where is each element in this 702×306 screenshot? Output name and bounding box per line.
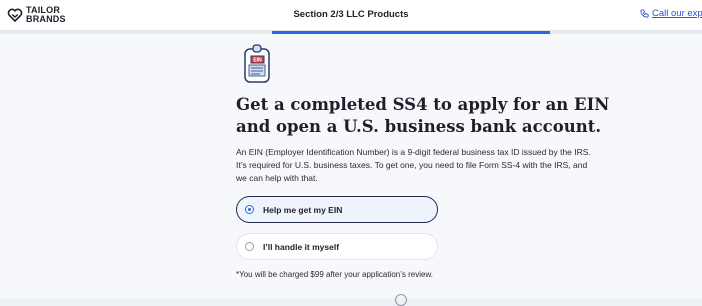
ein-icon-label: EIN xyxy=(253,58,262,64)
option-handle-it-myself[interactable]: I’ll handle it myself xyxy=(236,233,438,260)
radio-unselected-icon[interactable] xyxy=(245,242,254,251)
radio-selected-icon[interactable] xyxy=(245,205,254,214)
page-heading: Get a completed SS4 to apply for an EIN … xyxy=(236,95,610,136)
section-title: Section 2/3 LLC Products xyxy=(293,9,409,20)
option-label: I’ll handle it myself xyxy=(263,241,340,252)
ein-description: An EIN (Employer Identification Number) … xyxy=(236,147,591,183)
option-label: Help me get my EIN xyxy=(263,204,343,215)
top-bar: TAILOR BRANDS Section 2/3 LLC Products C… xyxy=(0,0,702,31)
call-link-text[interactable]: Call our expe xyxy=(652,8,702,19)
option-help-me-get-ein[interactable]: Help me get my EIN xyxy=(236,196,438,223)
ein-document-icon: EIN xyxy=(244,44,270,83)
charge-note: *You will be charged $99 after your appl… xyxy=(236,270,434,279)
call-link[interactable]: Call our expe xyxy=(640,8,702,19)
scroll-down-icon[interactable] xyxy=(395,294,407,306)
phone-icon xyxy=(640,9,649,18)
